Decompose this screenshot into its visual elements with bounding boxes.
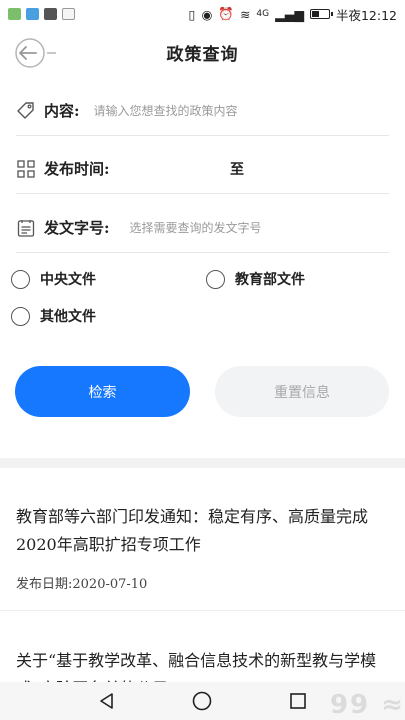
signal-icon: ▂▄▆ — [275, 6, 304, 22]
battery-icon — [309, 9, 333, 19]
content-row: 内容: — [16, 86, 389, 136]
alarm-icon: ⏰ — [218, 6, 234, 21]
start-date-picker[interactable] — [125, 150, 215, 190]
watermark-logo: 99 ≈ — [329, 690, 405, 720]
filter-label: 其他文件 — [40, 309, 96, 325]
back-nav-icon[interactable] — [97, 691, 117, 711]
radio-icon — [11, 269, 30, 289]
vibrate-icon: ▯ — [188, 6, 196, 22]
search-button[interactable]: 检索 — [15, 366, 190, 417]
list-item[interactable]: 教育部等六部门印发通知：稳定有序、高质量完成2020年高职扩招专项工作 发布日期… — [16, 503, 390, 592]
result-title: 关于“基于教学改革、融合信息技术的新型教与学模式”实验区名单的公示 — [16, 651, 377, 682]
header: 政策查询 — [0, 30, 405, 76]
section-divider — [0, 458, 405, 468]
notification-icons — [8, 8, 75, 20]
doc-number-row: 发文字号: — [16, 203, 389, 253]
list-item[interactable]: 关于“基于教学改革、融合信息技术的新型教与学模式”实验区名单的公示 — [16, 647, 390, 682]
doc-number-label: 发文字号: — [44, 219, 110, 237]
result-date: 发布日期:2020-07-10 — [16, 577, 148, 592]
document-icon — [17, 219, 35, 237]
recents-nav-icon[interactable] — [288, 691, 308, 711]
filter-central-docs[interactable]: 中央文件 — [11, 269, 96, 289]
publish-time-label: 发布时间: — [44, 160, 110, 178]
home-nav-icon[interactable] — [191, 690, 213, 712]
cloud-icon — [44, 8, 57, 20]
eye-icon: ◉ — [201, 6, 213, 22]
wechat-icon — [8, 8, 21, 20]
reset-button[interactable]: 重置信息 — [215, 366, 389, 417]
end-date-picker[interactable] — [250, 150, 380, 190]
filter-other-docs[interactable]: 其他文件 — [11, 306, 96, 326]
gallery-icon — [26, 8, 39, 20]
filter-label: 中央文件 — [40, 272, 96, 288]
content-label: 内容: — [44, 102, 80, 120]
filter-ministry-docs[interactable]: 教育部文件 — [206, 269, 305, 289]
status-bar: ▯ ◉ ⏰ ≋ 4G ▂▄▆ 半夜12:12 — [0, 0, 405, 28]
tag-icon — [17, 101, 34, 119]
clock: 半夜12:12 — [335, 7, 397, 23]
list-separator — [0, 610, 405, 611]
page-title: 政策查询 — [166, 45, 239, 65]
network-label: 4G — [256, 9, 270, 19]
content-input[interactable] — [93, 103, 389, 118]
date-separator: 至 — [230, 161, 244, 178]
grid-icon — [17, 159, 35, 178]
wifi-icon: ≋ — [239, 6, 251, 22]
font-icon — [62, 8, 75, 20]
radio-icon — [11, 306, 30, 326]
system-navbar: 99 ≈ — [0, 682, 405, 720]
filter-label: 教育部文件 — [235, 272, 305, 288]
doc-number-input[interactable] — [129, 220, 389, 235]
result-title: 教育部等六部门印发通知：稳定有序、高质量完成2020年高职扩招专项工作 — [16, 507, 369, 554]
radio-icon — [206, 269, 225, 289]
